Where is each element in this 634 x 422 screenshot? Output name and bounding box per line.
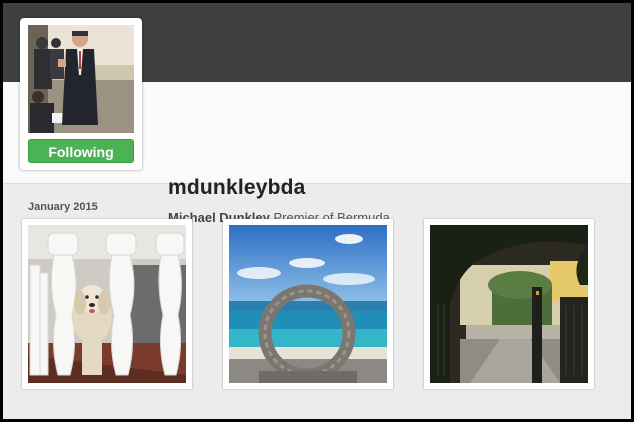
photo-dog-balusters: [28, 225, 186, 383]
feed-date-label: January 2015: [28, 201, 98, 213]
profile-page: mdunkleybda Michael Dunkley Premier of B…: [3, 3, 631, 419]
avatar[interactable]: [28, 25, 134, 133]
photo-thumbnail-2[interactable]: [223, 219, 393, 389]
photo-moon-gate: [229, 225, 387, 383]
avatar-card: Following: [20, 18, 142, 170]
following-button[interactable]: Following: [28, 139, 134, 163]
profile-username: mdunkleybda: [168, 176, 306, 199]
photo-thumbnail-3[interactable]: [424, 219, 594, 389]
photo-garden-gateway: [430, 225, 588, 383]
photo-thumbnail-1[interactable]: [22, 219, 192, 389]
